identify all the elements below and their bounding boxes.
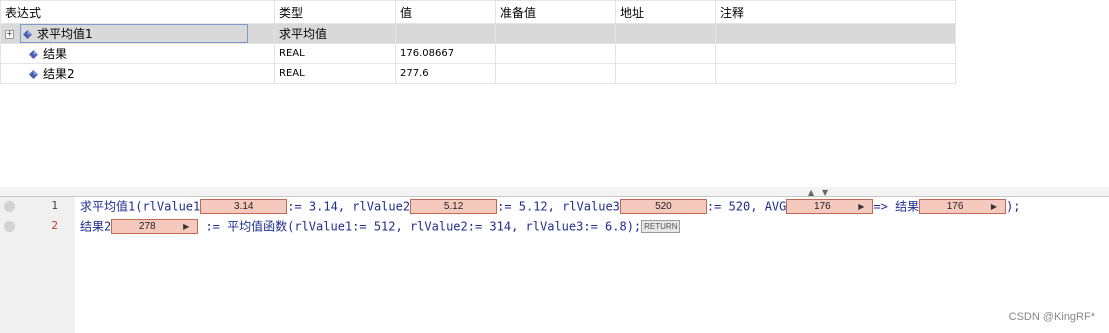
- collapse-down-icon[interactable]: ▼: [822, 188, 828, 197]
- type-cell: REAL: [274, 63, 396, 84]
- inline-value[interactable]: 520: [619, 199, 707, 214]
- return-marker: RETURN: [641, 220, 681, 233]
- expand-arrow-icon[interactable]: ▶: [858, 200, 864, 213]
- table-row[interactable]: 结果 REAL 176.08667: [0, 43, 956, 64]
- col-comment[interactable]: 注释: [715, 0, 956, 24]
- expression-name: 结果: [43, 47, 68, 61]
- expression-name: 求平均值1: [37, 27, 93, 41]
- breakpoint-marker[interactable]: [4, 221, 15, 232]
- col-value[interactable]: 值: [395, 0, 496, 24]
- editor-gutter: 1 2: [0, 197, 75, 333]
- table-row[interactable]: 结果2 REAL 277.6: [0, 63, 956, 84]
- line-number: 2: [51, 219, 58, 232]
- inline-value[interactable]: 5.12: [410, 199, 498, 214]
- code-line-1[interactable]: 求平均值1(rlValue1 3.14:= 3.14, rlValue2 5.12:…: [80, 197, 1021, 215]
- table-row[interactable]: + 求平均值1 求平均值: [0, 23, 956, 44]
- code-text: 结果2: [80, 219, 112, 234]
- watch-table: 表达式 类型 值 准备值 地址 注释 + 求平均值1 求平均值 结果 REAL …: [0, 0, 956, 84]
- panel-splitter[interactable]: ▲ ▼: [0, 187, 1109, 197]
- expression-cell[interactable]: 结果2: [0, 63, 275, 84]
- comment-cell: [715, 43, 956, 64]
- value-cell: 277.6: [395, 63, 496, 84]
- inline-value-dropdown[interactable]: 176 ▶: [786, 199, 874, 214]
- inline-value: 278: [138, 221, 156, 232]
- type-cell: REAL: [274, 43, 396, 64]
- watch-panel: 表达式 类型 值 准备值 地址 注释 + 求平均值1 求平均值 结果 REAL …: [0, 0, 1109, 188]
- code-text: );: [1006, 199, 1021, 214]
- comment-cell: [715, 23, 956, 44]
- variable-icon: [23, 30, 32, 39]
- collapse-up-icon[interactable]: ▲: [808, 188, 814, 197]
- value-cell: [395, 23, 496, 44]
- code-line-2[interactable]: 结果2 278 ▶ := 平均值函数(rlValue1:= 512, rlValue…: [80, 217, 681, 235]
- inline-value[interactable]: 3.14: [200, 199, 288, 214]
- code-text: => 结果: [873, 199, 920, 214]
- code-text: := 平均值函数(rlValue1:= 512, rlValue2:= 314,…: [198, 219, 642, 234]
- address-cell: [615, 43, 716, 64]
- expression-name-box[interactable]: 求平均值1: [20, 24, 248, 43]
- watermark: CSDN @KingRF*: [1008, 311, 1095, 323]
- col-expression[interactable]: 表达式: [0, 0, 275, 24]
- comment-cell: [715, 63, 956, 84]
- code-text: := 3.14, rlValue2: [287, 199, 411, 214]
- expression-name: 结果2: [43, 67, 75, 81]
- col-type[interactable]: 类型: [274, 0, 396, 24]
- address-cell: [615, 23, 716, 44]
- watch-header-row: 表达式 类型 值 准备值 地址 注释: [0, 0, 956, 24]
- col-address[interactable]: 地址: [615, 0, 716, 24]
- code-text: := 5.12, rlValue3: [497, 199, 620, 214]
- code-editor[interactable]: 1 2 求平均值1(rlValue1 3.14:= 3.14, rlValue2 5…: [0, 197, 1109, 333]
- expression-cell[interactable]: 结果: [0, 43, 275, 64]
- expand-arrow-icon[interactable]: ▶: [991, 200, 997, 213]
- inline-value-dropdown[interactable]: 278 ▶: [111, 219, 199, 234]
- prepared-value-cell[interactable]: [495, 43, 616, 64]
- prepared-value-cell[interactable]: [495, 23, 616, 44]
- inline-value: 176: [946, 201, 964, 212]
- breakpoint-marker[interactable]: [4, 201, 15, 212]
- line-number: 1: [51, 199, 58, 212]
- inline-value: 176: [814, 201, 831, 212]
- inline-value-dropdown[interactable]: 176 ▶: [919, 199, 1007, 214]
- code-text: 求平均值1(rlValue1: [80, 199, 201, 214]
- value-cell: 176.08667: [395, 43, 496, 64]
- col-prepared-value[interactable]: 准备值: [495, 0, 616, 24]
- expand-arrow-icon[interactable]: ▶: [183, 220, 189, 233]
- variable-icon: [29, 70, 38, 79]
- expand-icon[interactable]: +: [5, 30, 14, 39]
- code-text: := 520, AVG: [706, 199, 787, 214]
- expression-cell[interactable]: + 求平均值1: [0, 23, 275, 44]
- variable-icon: [29, 50, 38, 59]
- prepared-value-cell[interactable]: [495, 63, 616, 84]
- type-cell: 求平均值: [274, 23, 396, 44]
- address-cell: [615, 63, 716, 84]
